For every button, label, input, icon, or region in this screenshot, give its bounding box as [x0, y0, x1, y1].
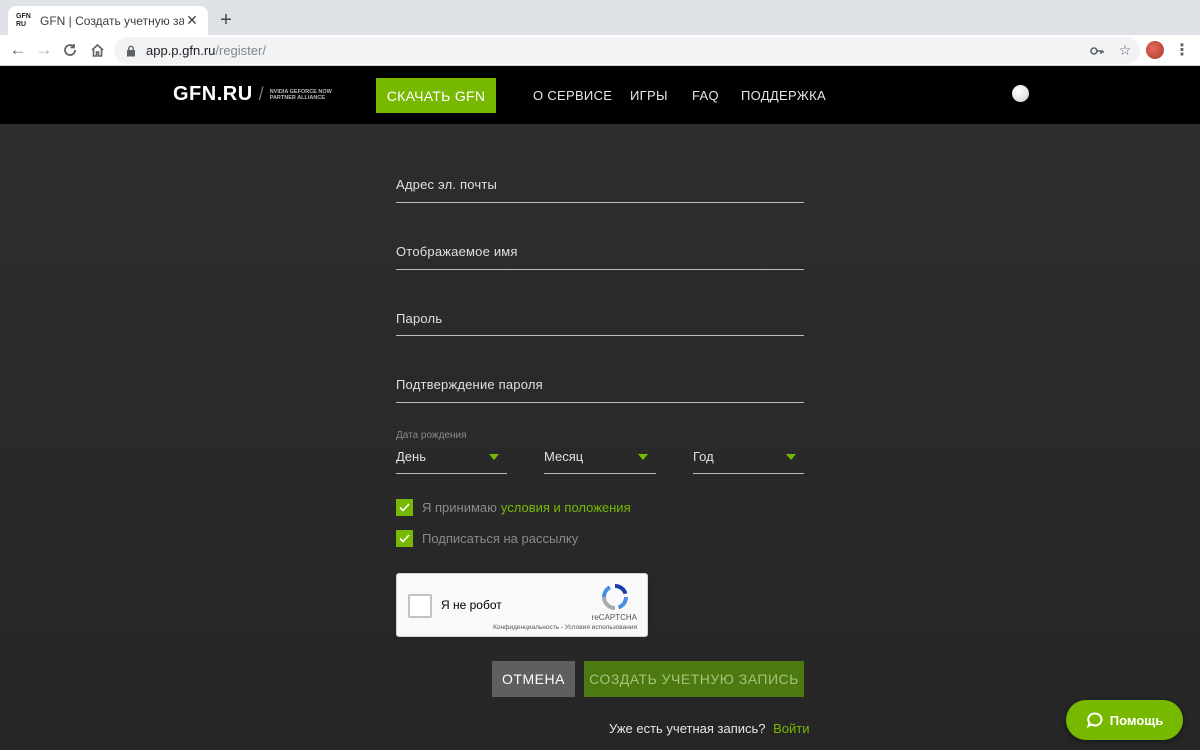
subscribe-text: Подписаться на рассылку [422, 531, 579, 546]
year-value: Год [693, 449, 714, 464]
month-value: Месяц [544, 449, 584, 464]
recaptcha-logo-icon [602, 584, 628, 610]
nav-faq[interactable]: FAQ [692, 88, 719, 103]
key-icon[interactable] [1090, 44, 1104, 58]
lock-icon [126, 45, 138, 57]
logo-text: GFN.RU [173, 83, 253, 105]
terms-link[interactable]: условия и положения [501, 500, 631, 515]
recaptcha-label: Я не робот [441, 598, 502, 612]
day-value: День [396, 449, 426, 464]
chevron-down-icon [786, 454, 796, 460]
check-icon [399, 503, 410, 512]
day-select[interactable]: День [396, 447, 507, 474]
close-tab-icon[interactable]: ✕ [184, 12, 200, 29]
cancel-button[interactable]: ОТМЕНА [492, 661, 575, 697]
logo-subtitle: NVIDIA GEFORCE NOW PARTNER ALLIANCE [269, 88, 332, 101]
recaptcha-checkbox[interactable] [408, 594, 432, 618]
password-field[interactable]: Пароль [396, 303, 804, 336]
subscribe-checkbox[interactable] [396, 530, 413, 547]
confirm-password-label: Подтверждение пароля [396, 377, 543, 392]
create-account-button[interactable]: СОЗДАТЬ УЧЕТНУЮ ЗАПИСЬ [584, 661, 804, 697]
month-select[interactable]: Месяц [544, 447, 656, 474]
display-name-field[interactable]: Отображаемое имя [396, 237, 804, 270]
download-gfn-button[interactable]: СКАЧАТЬ GFN [376, 78, 496, 113]
browser-tab-strip: GFN RU GFN | Создать учетную запис ✕ + [0, 0, 1200, 35]
new-tab-button[interactable]: + [216, 8, 236, 32]
browser-tab[interactable]: GFN RU GFN | Создать учетную запис ✕ [8, 6, 208, 35]
star-icon[interactable]: ☆ [1118, 42, 1132, 58]
confirm-password-field[interactable]: Подтверждение пароля [396, 370, 804, 403]
have-account-text: Уже есть учетная запись? [609, 721, 766, 736]
chevron-down-icon [489, 454, 499, 460]
login-prompt: Уже есть учетная запись? Войти [609, 721, 810, 736]
help-label: Помощь [1109, 712, 1164, 728]
home-icon[interactable] [85, 39, 109, 61]
year-select[interactable]: Год [693, 447, 804, 474]
nav-support[interactable]: ПОДДЕРЖКА [741, 88, 826, 103]
recaptcha-brand: reCAPTCHA [591, 613, 637, 622]
more-menu-icon[interactable]: ⋮ [1174, 40, 1190, 60]
dob-caption: Дата рождения [396, 430, 467, 441]
tab-title: GFN | Создать учетную запис [40, 13, 184, 28]
accept-terms-text: Я принимаю [422, 500, 497, 515]
chat-bubble-icon [1086, 712, 1103, 729]
email-field[interactable]: Адрес эл. почты [396, 170, 804, 203]
accept-terms-checkbox[interactable] [396, 499, 413, 516]
page-background [0, 124, 1200, 750]
chevron-down-icon [638, 454, 648, 460]
address-bar[interactable]: app.p.gfn.ru/register/ ☆ [114, 37, 1140, 64]
site-header: GFN.RU / NVIDIA GEFORCE NOW PARTNER ALLI… [0, 66, 1200, 124]
recaptcha-terms-link[interactable]: Конфиденциальность - Условия использован… [493, 624, 637, 631]
display-name-label: Отображаемое имя [396, 244, 518, 259]
profile-avatar[interactable] [1146, 41, 1164, 59]
logo-divider: / [258, 84, 264, 104]
url-path: /register/ [215, 43, 266, 58]
login-link[interactable]: Войти [773, 721, 809, 736]
url-host: app.p.gfn.ru [146, 43, 216, 58]
nav-about[interactable]: О СЕРВИСЕ [533, 88, 612, 103]
site-logo[interactable]: GFN.RU / NVIDIA GEFORCE NOW PARTNER ALLI… [173, 83, 340, 106]
check-icon [399, 534, 410, 543]
email-label: Адрес эл. почты [396, 177, 498, 192]
subscribe-row: Подписаться на рассылку [396, 530, 578, 547]
reload-icon[interactable] [58, 39, 82, 61]
favicon-icon: GFN RU [16, 12, 31, 28]
browser-toolbar: ← → app.p.gfn.ru/register/ ☆ [0, 35, 1200, 66]
forward-icon[interactable]: → [32, 39, 56, 61]
password-label: Пароль [396, 311, 443, 326]
back-icon[interactable]: ← [6, 39, 30, 61]
help-button[interactable]: Помощь [1066, 700, 1183, 740]
nav-games[interactable]: ИГРЫ [630, 88, 668, 103]
user-account-icon[interactable] [1012, 85, 1029, 102]
accept-terms-row: Я принимаю условия и положения [396, 499, 631, 516]
recaptcha-widget: Я не робот reCAPTCHA Конфиденциальность … [396, 573, 648, 637]
